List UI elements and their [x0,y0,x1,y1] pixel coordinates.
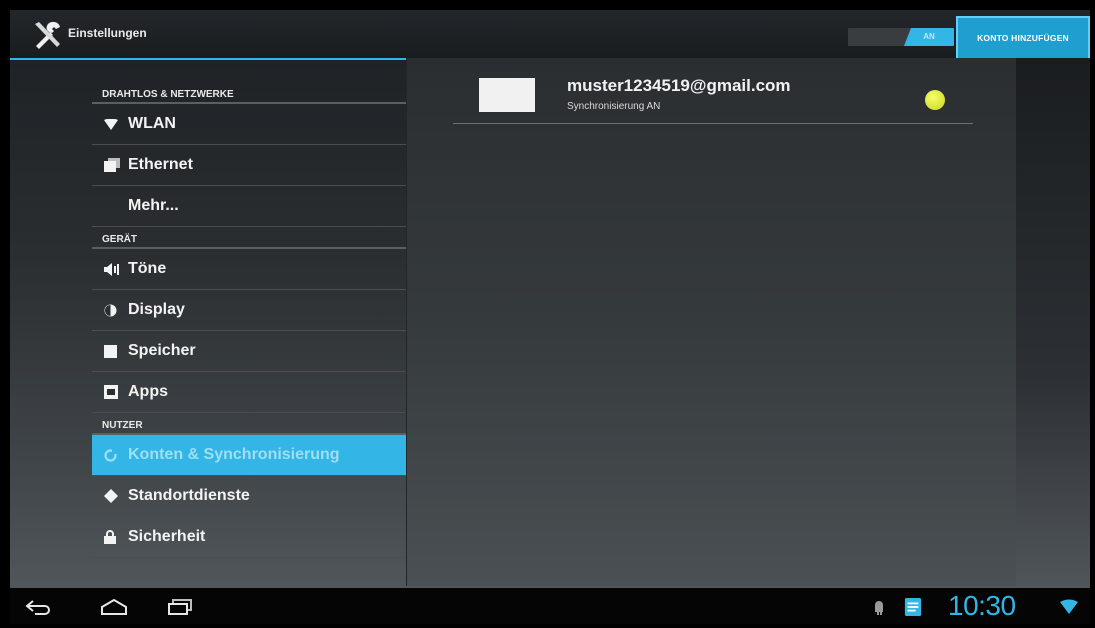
wifi-signal-icon [1060,599,1078,614]
accounts-detail-pane: muster1234519@gmail.com Synchronisierung… [406,58,1016,586]
sidebar-item-label: Standortdienste [128,487,250,504]
settings-sidebar: DRAHTLOS & NETZWERKE WLAN Ethernet Mehr.… [92,82,407,588]
android-notification-icon [875,601,883,615]
display-icon [104,304,128,317]
app-title: Einstellungen [68,26,147,40]
sync-icon [104,448,128,462]
action-bar: Einstellungen AN KONTO HINZUFÜGEN [10,10,1090,60]
apps-icon [104,385,128,399]
sidebar-item-accounts-sync[interactable]: Konten & Synchronisierung [92,435,407,476]
sidebar-item-label: Ethernet [128,156,193,173]
account-row[interactable]: muster1234519@gmail.com Synchronisierung… [453,72,973,124]
sidebar-item-sounds[interactable]: Töne [92,249,407,290]
wifi-icon [104,118,128,130]
section-header-wireless: DRAHTLOS & NETZWERKE [92,82,407,104]
sidebar-item-apps[interactable]: Apps [92,372,407,413]
section-header-user: NUTZER [92,413,407,435]
sidebar-item-label: Konten & Synchronisierung [128,446,340,463]
sidebar-item-security[interactable]: Sicherheit [92,517,407,558]
location-icon [104,489,128,503]
sidebar-item-display[interactable]: Display [92,290,407,331]
back-button[interactable] [20,596,56,618]
home-button[interactable] [96,596,132,618]
sidebar-item-label: Sicherheit [128,528,206,545]
sidebar-item-location[interactable]: Standortdienste [92,476,407,517]
sidebar-item-label: Mehr... [128,197,179,214]
account-email: muster1234519@gmail.com [567,76,791,95]
sidebar-item-ethernet[interactable]: Ethernet [92,145,407,186]
tablet-screen: Einstellungen AN KONTO HINZUFÜGEN DRAHTL… [10,10,1090,624]
sidebar-item-label: Display [128,301,185,318]
account-sync-status: Synchronisierung AN [567,101,661,112]
sidebar-item-wlan[interactable]: WLAN [92,104,407,145]
section-header-device: GERÄT [92,227,407,249]
settings-tools-icon [35,21,60,49]
back-icon [25,600,50,615]
add-account-button[interactable]: KONTO HINZUFÜGEN [956,16,1090,60]
home-icon [101,599,127,615]
speaker-icon [104,262,128,276]
google-account-icon [479,78,535,112]
master-sync-toggle[interactable]: AN [848,28,954,46]
sync-status-icon [925,90,945,110]
sidebar-item-label: Töne [128,260,167,277]
sidebar-item-label: Apps [128,383,168,400]
background-strip [1016,58,1090,586]
toggle-knob: AN [904,28,954,46]
ethernet-icon [104,158,128,172]
notes-notification-icon [904,598,922,616]
recent-apps-button[interactable] [162,596,198,618]
sidebar-item-storage[interactable]: Speicher [92,331,407,372]
sidebar-item-label: Speicher [128,342,196,359]
sidebar-item-label: WLAN [128,115,176,132]
recent-apps-icon [168,599,192,615]
system-nav-bar: 10:30 [10,588,1090,624]
lock-icon [104,530,128,544]
sidebar-item-more[interactable]: Mehr... [92,186,407,227]
clock[interactable]: 10:30 [948,590,1016,622]
storage-icon [104,344,128,358]
